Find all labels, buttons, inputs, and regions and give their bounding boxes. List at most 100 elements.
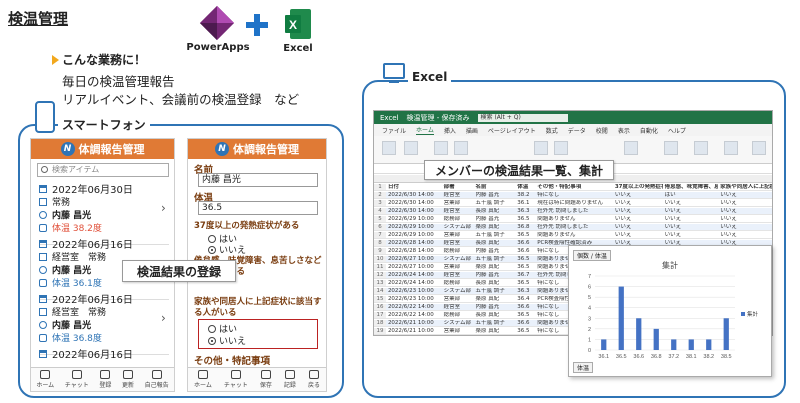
table-cell[interactable]: 36.5: [515, 312, 535, 318]
table-cell[interactable]: いいえ: [718, 200, 772, 206]
table-cell[interactable]: 特になし: [535, 192, 613, 198]
table-cell[interactable]: 36.5: [515, 256, 535, 262]
table-cell[interactable]: いいえ: [613, 200, 663, 206]
table-cell[interactable]: 2022/6/23 10:00: [386, 296, 442, 302]
table-cell[interactable]: 2022/6/30 14:00: [386, 208, 442, 214]
table-cell[interactable]: 2022/6/27 10:00: [386, 264, 442, 270]
table-cell[interactable]: はい: [663, 192, 719, 198]
table-cell[interactable]: 五十嵐 調子: [474, 200, 516, 206]
table-cell[interactable]: 2022/6/23 10:00: [386, 288, 442, 294]
table-cell[interactable]: 総務部: [442, 248, 474, 254]
ribbon-button[interactable]: [752, 141, 766, 155]
table-row[interactable]: 5 2022/6/29 10:00 総務部 内藤 昌光 36.5 問題ありません いいえ いい…: [374, 216, 772, 223]
temp-field[interactable]: 36.5: [198, 201, 318, 215]
table-cell[interactable]: 36.6: [515, 320, 535, 326]
table-cell[interactable]: いいえ: [718, 224, 772, 230]
table-cell[interactable]: 経営室: [442, 240, 474, 246]
table-cell[interactable]: 36.5: [515, 280, 535, 286]
table-cell[interactable]: 36.5: [515, 232, 535, 238]
menu-home[interactable]: ホーム: [416, 125, 434, 135]
table-cell[interactable]: 営業部: [442, 296, 474, 302]
table-cell[interactable]: 2022/6/28 14:00: [386, 248, 442, 254]
table-cell[interactable]: 36.1: [515, 200, 535, 206]
table-cell[interactable]: 長原 真紀: [474, 240, 516, 246]
table-cell[interactable]: 36.6: [515, 304, 535, 310]
table-cell[interactable]: システム部: [442, 288, 474, 294]
table-cell[interactable]: 経営室: [442, 304, 474, 310]
table-cell[interactable]: 36.5: [515, 264, 535, 270]
ribbon-button[interactable]: [664, 141, 678, 155]
nav-self-report[interactable]: 自己報告: [145, 370, 169, 389]
table-cell[interactable]: 2022/6/28 14:00: [386, 240, 442, 246]
nav-home[interactable]: ホーム: [194, 370, 212, 389]
table-cell[interactable]: いいえ: [613, 192, 663, 198]
menu-view[interactable]: 表示: [618, 126, 630, 135]
table-cell[interactable]: いいえ: [663, 232, 719, 238]
chart-axis-field-button[interactable]: 体温: [573, 362, 594, 373]
table-cell[interactable]: 経営室: [442, 192, 474, 198]
list-item[interactable]: 2022年06月16日: [39, 346, 169, 366]
ribbon-button[interactable]: [724, 141, 738, 155]
table-cell[interactable]: 五十嵐 調子: [474, 232, 516, 238]
nav-chat[interactable]: チャット: [224, 370, 248, 389]
menu-automate[interactable]: 自動化: [640, 126, 658, 135]
table-cell[interactable]: いいえ: [663, 200, 719, 206]
table-cell[interactable]: 内藤 昌光: [474, 272, 516, 278]
table-cell[interactable]: 2022/6/30 14:00: [386, 200, 442, 206]
table-cell[interactable]: いいえ: [718, 216, 772, 222]
table-cell[interactable]: 桑原 真紀: [474, 224, 516, 230]
table-cell[interactable]: 長原 真紀: [474, 280, 516, 286]
table-cell[interactable]: 桑原 真紀: [474, 328, 516, 334]
menu-help[interactable]: ヘルプ: [668, 126, 686, 135]
nav-register[interactable]: 登録: [99, 370, 111, 389]
table-cell[interactable]: いいえ: [718, 192, 772, 198]
table-cell[interactable]: 桑原 真紀: [474, 264, 516, 270]
table-cell[interactable]: 問題ありません: [535, 216, 613, 222]
table-cell[interactable]: 2022/6/24 14:00: [386, 280, 442, 286]
column-header-cell[interactable]: 日付: [386, 184, 442, 190]
menu-insert[interactable]: 挿入: [444, 126, 456, 135]
table-cell[interactable]: 社外先 訪問しました: [535, 224, 613, 230]
table-cell[interactable]: 五十嵐 調子: [474, 256, 516, 262]
table-cell[interactable]: 36.7: [515, 272, 535, 278]
ribbon-button[interactable]: [404, 141, 418, 155]
table-cell[interactable]: いいえ: [663, 208, 719, 214]
ribbon-button[interactable]: [534, 141, 548, 155]
ribbon-button[interactable]: [434, 141, 448, 155]
table-row[interactable]: 3 2022/6/30 14:00 営業部 五十嵐 調子 36.1 現在は特に問題ありませ…: [374, 200, 772, 207]
table-cell[interactable]: 社外先 訪問しました: [535, 208, 613, 214]
table-header-row[interactable]: 1日付部署名前体温その他・特記事項37度以上の発熱症状があるか倦怠感、味覚障害、…: [374, 184, 772, 191]
table-cell[interactable]: 36.5: [515, 328, 535, 334]
table-cell[interactable]: 2022/6/29 10:00: [386, 224, 442, 230]
menu-data[interactable]: データ: [568, 126, 586, 135]
name-field[interactable]: 内藤 昌光: [198, 173, 318, 187]
table-cell[interactable]: 長原 真紀: [474, 312, 516, 318]
q3-no-radio[interactable]: いいえ: [208, 334, 246, 347]
table-cell[interactable]: 2022/6/21 10:00: [386, 328, 442, 334]
column-header-cell[interactable]: 体温: [515, 184, 535, 190]
table-cell[interactable]: 営業部: [442, 200, 474, 206]
table-row[interactable]: 7 2022/6/29 10:00 営業部 五十嵐 調子 36.5 問題ありません いいえい…: [374, 232, 772, 239]
ribbon-button[interactable]: [624, 141, 638, 155]
table-cell[interactable]: 36.3: [515, 208, 535, 214]
column-header-cell[interactable]: 倦怠感、味覚障害、息苦しさの症状があるか: [663, 184, 719, 190]
column-header-cell[interactable]: 名前: [474, 184, 516, 190]
column-header-cell[interactable]: その他・特記事項: [535, 184, 613, 190]
table-cell[interactable]: 36.3: [515, 288, 535, 294]
table-cell[interactable]: 内藤 昌光: [474, 248, 516, 254]
table-cell[interactable]: いいえ: [613, 208, 663, 214]
table-cell[interactable]: いいえ: [613, 232, 663, 238]
table-cell[interactable]: 2022/6/22 14:00: [386, 312, 442, 318]
nav-records[interactable]: 記録: [284, 370, 296, 389]
table-row[interactable]: 4 2022/6/30 14:00 経営室 長原 真紀 36.3 社外先 訪問しました いい…: [374, 208, 772, 215]
table-cell[interactable]: 内藤 昌光: [474, 216, 516, 222]
table-cell[interactable]: いいえ: [718, 208, 772, 214]
pivot-chart[interactable]: 個数 / 体温 集計 0 1 2 3 4 5 6 7 36.1 36.5 36.6 36.8 37.2 3…: [568, 245, 772, 377]
column-header-cell[interactable]: 家族や同居人に上記症状に該当する人がいるか: [718, 184, 772, 190]
table-row[interactable]: 2 2022/6/30 14:00 経営室 内藤 昌光 38.2 特になし いいえ はい いいえ: [374, 192, 772, 199]
table-cell[interactable]: いいえ: [663, 216, 719, 222]
nav-home[interactable]: ホーム: [36, 370, 54, 389]
table-cell[interactable]: 現在は特に問題ありません: [535, 200, 613, 206]
table-cell[interactable]: 総務部: [442, 216, 474, 222]
table-cell[interactable]: 五十嵐 調子: [474, 320, 516, 326]
